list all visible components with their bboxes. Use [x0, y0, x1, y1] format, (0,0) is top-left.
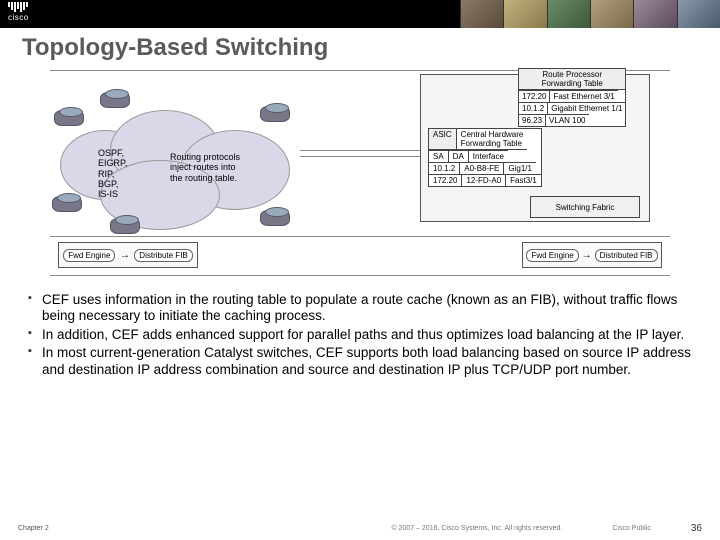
page-number: 36 — [691, 523, 702, 534]
arrow-icon: → — [582, 250, 592, 261]
router-icon — [52, 196, 82, 212]
routing-cloud: OSPF, EIGRP, RIP, BGP, IS-IS Routing pro… — [60, 100, 300, 230]
header-bar: cisco — [0, 0, 720, 28]
copyright-text: © 2007 – 2016, Cisco Systems, Inc. All r… — [391, 525, 562, 532]
rpft-title: Route Processor Forwarding Table — [519, 69, 625, 90]
router-icon — [100, 92, 130, 108]
router-icon — [260, 210, 290, 226]
bullet-list: CEF uses information in the routing tabl… — [0, 280, 720, 378]
topology-diagram: OSPF, EIGRP, RIP, BGP, IS-IS Routing pro… — [50, 70, 670, 280]
router-icon — [54, 110, 84, 126]
asic-desc: Central Hardware Forwarding Table — [457, 129, 528, 150]
router-icon — [110, 218, 140, 234]
router-icon — [260, 106, 290, 122]
line-card: Fwd Engine → Distributed FIB — [522, 242, 662, 268]
line-cards-row: Fwd Engine → Distribute FIB Fwd Engine →… — [50, 242, 670, 268]
brand-text: cisco — [8, 13, 29, 22]
line-card: Fwd Engine → Distribute FIB — [58, 242, 198, 268]
header-photo-strip — [460, 0, 720, 28]
asic-label: ASIC — [429, 129, 457, 150]
public-label: Cisco Public — [612, 525, 651, 532]
route-processor-table: Route Processor Forwarding Table 172.20F… — [518, 68, 626, 127]
slide-title: Topology-Based Switching — [0, 28, 720, 62]
routing-note: Routing protocols inject routes into the… — [170, 152, 280, 183]
slide-footer: Chapter 2 © 2007 – 2016, Cisco Systems, … — [0, 523, 720, 534]
protocols-label: OSPF, EIGRP, RIP, BGP, IS-IS — [98, 148, 148, 200]
arrow-icon: → — [120, 250, 130, 261]
bullet-item: In addition, CEF adds enhanced support f… — [28, 327, 692, 343]
bullet-item: In most current-generation Catalyst swit… — [28, 345, 692, 378]
asic-table: ASIC Central Hardware Forwarding Table S… — [428, 128, 542, 187]
cisco-logo: cisco — [8, 2, 29, 22]
chapter-label: Chapter 2 — [18, 525, 49, 532]
switching-fabric: Switching Fabric — [530, 196, 640, 218]
bullet-item: CEF uses information in the routing tabl… — [28, 292, 692, 325]
